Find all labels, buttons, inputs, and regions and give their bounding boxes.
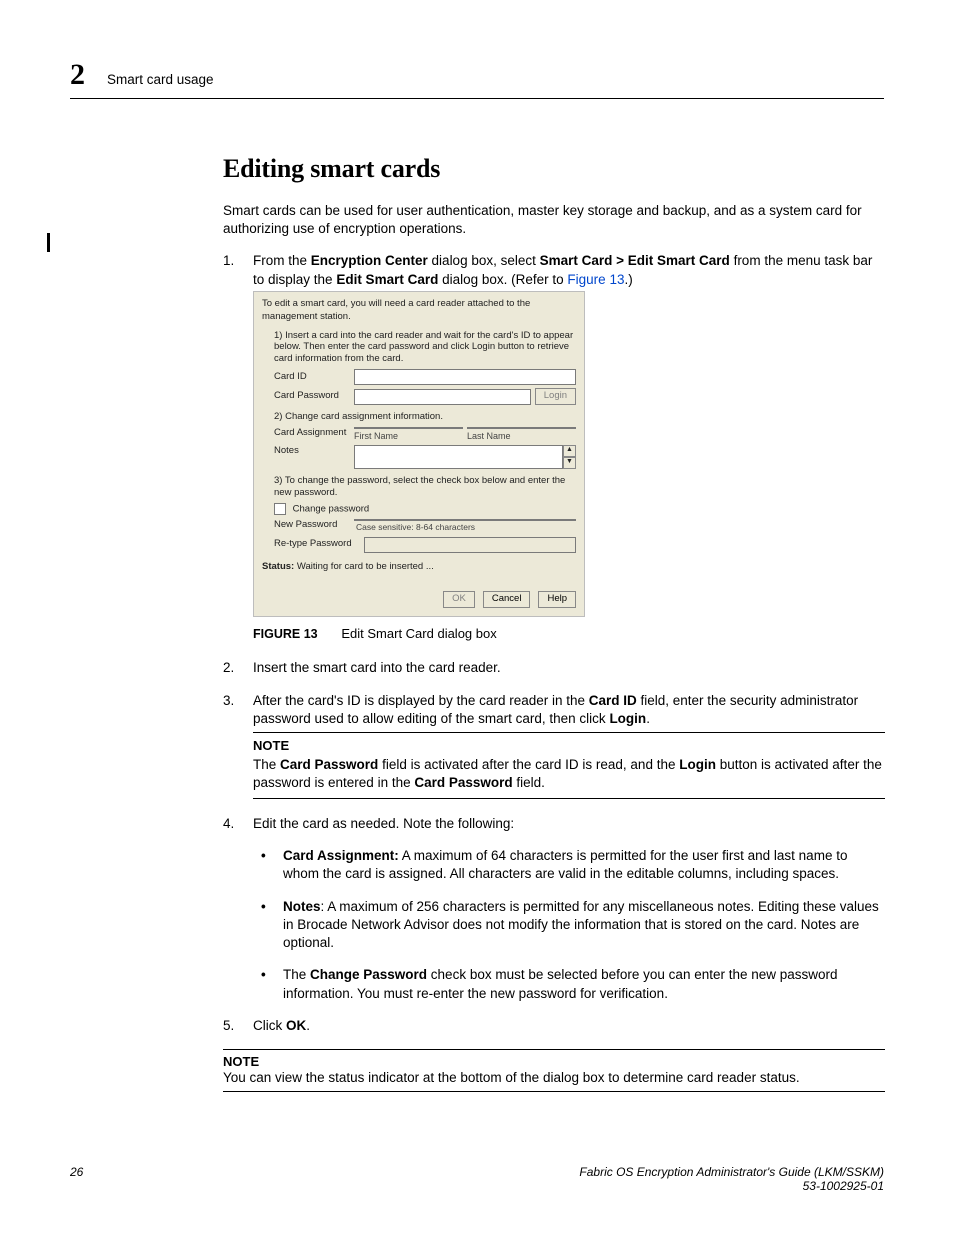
page-header: 2 Smart card usage bbox=[70, 58, 884, 99]
ok-button[interactable]: OK bbox=[443, 591, 475, 608]
step4-bullet-2: Notes: A maximum of 256 characters is pe… bbox=[253, 898, 885, 953]
page-number: 26 bbox=[70, 1165, 83, 1193]
card-id-label: Card ID bbox=[274, 371, 354, 384]
page-footer: 26 Fabric OS Encryption Administrator's … bbox=[70, 1165, 884, 1193]
step-4: Edit the card as needed. Note the follow… bbox=[223, 815, 885, 1003]
dialog-top-text: To edit a smart card, you will need a ca… bbox=[262, 298, 576, 324]
footer-doc-id: 53-1002925-01 bbox=[803, 1179, 884, 1193]
running-header-title: Smart card usage bbox=[107, 72, 214, 87]
figure-13-caption: FIGURE 13 Edit Smart Card dialog box bbox=[253, 625, 885, 643]
login-button[interactable]: Login bbox=[535, 388, 576, 405]
status-row: Status: Waiting for card to be inserted … bbox=[262, 561, 576, 574]
dialog-step3-text: 3) To change the password, select the ch… bbox=[274, 475, 576, 499]
note-1: NOTE The Card Password field is activate… bbox=[253, 732, 885, 799]
step-2: Insert the smart card into the card read… bbox=[223, 659, 885, 677]
section-title: Editing smart cards bbox=[223, 154, 885, 184]
change-bar bbox=[47, 233, 50, 252]
card-password-input[interactable] bbox=[354, 389, 531, 405]
change-password-label: Change password bbox=[293, 503, 370, 514]
chapter-number: 2 bbox=[70, 58, 85, 92]
status-text: Waiting for card to be inserted ... bbox=[294, 561, 434, 572]
intro-paragraph: Smart cards can be used for user authent… bbox=[223, 202, 885, 238]
card-id-input[interactable] bbox=[354, 369, 576, 385]
step4-bullet-3: The Change Password check box must be se… bbox=[253, 966, 885, 1002]
help-button[interactable]: Help bbox=[538, 591, 576, 608]
password-hint: Case sensitive: 8-64 characters bbox=[356, 522, 576, 533]
edit-smart-card-dialog: To edit a smart card, you will need a ca… bbox=[253, 291, 585, 617]
step4-bullet-1: Card Assignment: A maximum of 64 charact… bbox=[253, 847, 885, 883]
first-name-label: First Name bbox=[354, 430, 463, 442]
step-5: Click OK. bbox=[223, 1017, 885, 1035]
notes-down-button[interactable]: ▼ bbox=[563, 457, 576, 469]
notes-textarea[interactable] bbox=[354, 445, 563, 469]
notes-up-button[interactable]: ▲ bbox=[563, 445, 576, 457]
new-password-label: New Password bbox=[274, 519, 354, 532]
retype-password-label: Re-type Password bbox=[274, 538, 364, 551]
footer-doc-title: Fabric OS Encryption Administrator's Gui… bbox=[579, 1165, 884, 1179]
notes-label: Notes bbox=[274, 445, 354, 458]
change-password-checkbox[interactable] bbox=[274, 503, 286, 515]
card-assignment-label: Card Assignment bbox=[274, 427, 354, 440]
card-password-label: Card Password bbox=[274, 390, 354, 403]
last-name-input[interactable] bbox=[467, 427, 576, 429]
first-name-input[interactable] bbox=[354, 427, 463, 429]
dialog-step1-text: 1) Insert a card into the card reader an… bbox=[274, 330, 576, 366]
step-1: From the Encryption Center dialog box, s… bbox=[223, 252, 885, 643]
figure-13-link[interactable]: Figure 13 bbox=[567, 272, 624, 287]
status-label: Status: bbox=[262, 561, 294, 572]
note-2: NOTE You can view the status indicator a… bbox=[223, 1049, 885, 1092]
new-password-input[interactable] bbox=[354, 519, 576, 521]
step-3: After the card's ID is displayed by the … bbox=[223, 692, 885, 799]
retype-password-input[interactable] bbox=[364, 537, 576, 553]
cancel-button[interactable]: Cancel bbox=[483, 591, 531, 608]
dialog-step2-text: 2) Change card assignment information. bbox=[274, 411, 576, 423]
last-name-label: Last Name bbox=[467, 430, 576, 442]
